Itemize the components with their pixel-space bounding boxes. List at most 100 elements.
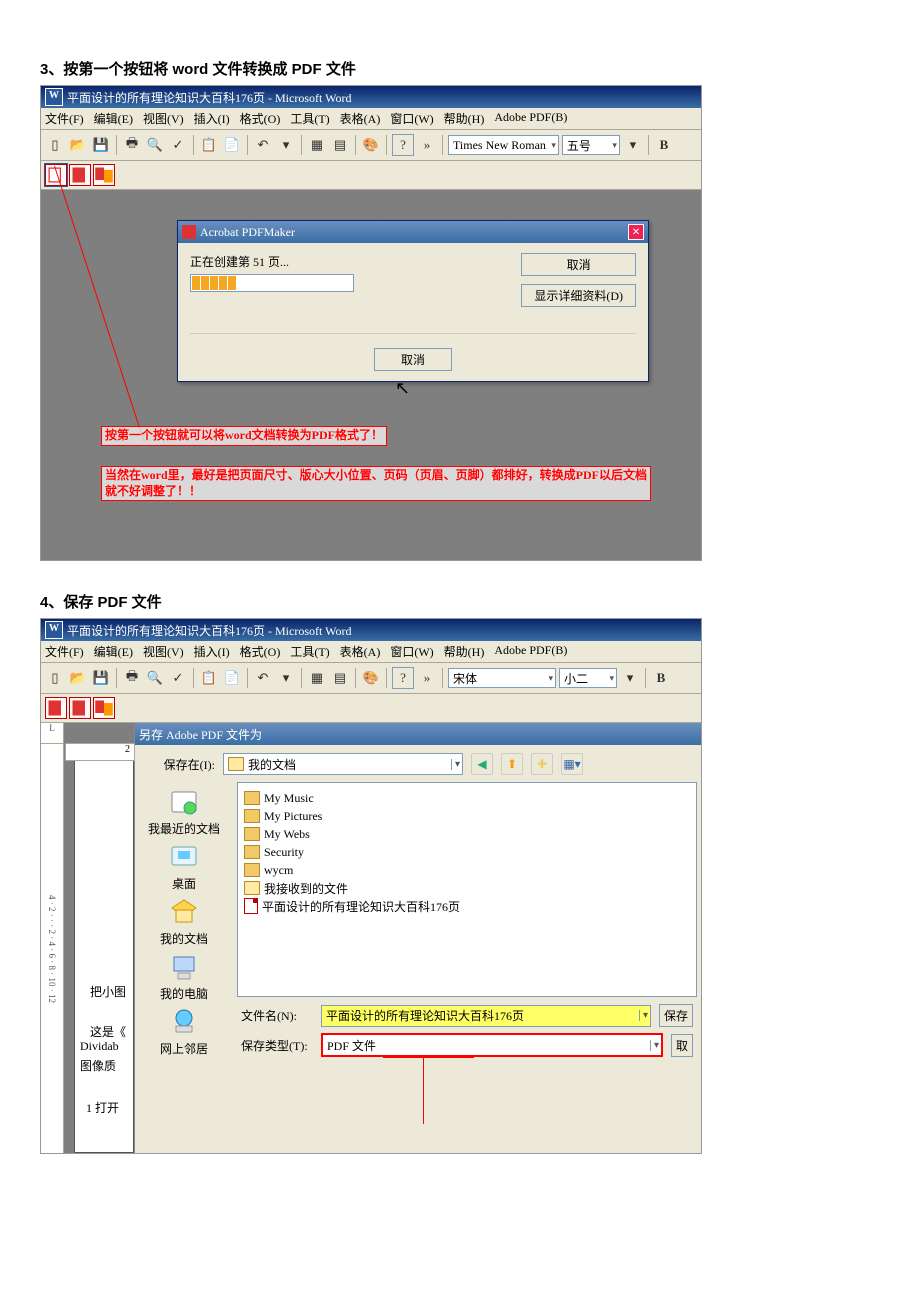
paste-icon[interactable]: 📄 (222, 135, 242, 155)
annotation-text-1: 按第一个按钮就可以将word文档转换为PDF格式了！ (101, 426, 387, 446)
file-list[interactable]: My Music My Pictures My Webs Security wy… (237, 782, 697, 997)
save-icon-2[interactable]: 💾 (91, 668, 111, 688)
save-icon[interactable]: 💾 (91, 135, 111, 155)
doc-text-1: 把小图 (90, 983, 126, 1000)
pdf-toolbar-2 (41, 694, 701, 723)
chevron-down-icon[interactable]: ▾ (451, 759, 460, 770)
folder-icon (244, 863, 260, 877)
newfolder-icon[interactable]: ✚ (531, 753, 553, 775)
save-dialog-title: 另存 Adobe PDF 文件为 (139, 726, 262, 743)
font-size-dd-2[interactable]: ▾ (620, 668, 640, 688)
doc-text-5: 1 打开 (86, 1099, 119, 1116)
pdf-file-icon (244, 898, 258, 914)
font-size-select[interactable]: 五号 (562, 135, 620, 155)
bold-button-2[interactable]: B (651, 668, 671, 688)
back-icon[interactable]: ◀ (471, 753, 493, 775)
horizontal-ruler-fragment: 2 (65, 743, 135, 761)
undo-icon-2[interactable]: ↶ (253, 668, 273, 688)
new-icon-2[interactable]: ▯ (45, 668, 65, 688)
place-mycomputer[interactable]: 我的电脑 (160, 951, 208, 1002)
undo-icon[interactable]: ↶ (253, 135, 273, 155)
open-icon[interactable]: 📂 (68, 135, 88, 155)
print-icon[interactable]: 🖶 (122, 135, 142, 155)
pdf-button-3[interactable] (93, 164, 115, 186)
columns-icon-2[interactable]: ▤ (330, 668, 350, 688)
menu-adobepdf[interactable]: Adobe PDF(B) (494, 110, 567, 127)
place-recent[interactable]: 我最近的文档 (148, 786, 220, 837)
menu-table[interactable]: 表格(A) (340, 110, 381, 127)
drawing-icon[interactable]: 🎨 (361, 135, 381, 155)
menu-tools[interactable]: 工具(T) (290, 110, 329, 127)
font-name-select[interactable]: Times New Roman (448, 135, 559, 155)
menu-insert-2[interactable]: 插入(I) (194, 643, 230, 660)
pdf-button-2b[interactable] (69, 697, 91, 719)
chevron-down-icon[interactable]: ▾ (639, 1010, 648, 1021)
menu-view-2[interactable]: 视图(V) (143, 643, 184, 660)
place-mydocs[interactable]: 我的文档 (160, 896, 208, 947)
menu-format[interactable]: 格式(O) (240, 110, 281, 127)
list-item: wycm (244, 861, 690, 879)
window-title-2: 平面设计的所有理论知识大百科176页 - Microsoft Word (67, 622, 351, 639)
pdf-button-3b[interactable] (93, 697, 115, 719)
menu-window-2[interactable]: 窗口(W) (390, 643, 433, 660)
help-icon[interactable]: ? (392, 134, 414, 156)
menu-insert[interactable]: 插入(I) (194, 110, 230, 127)
menubar-2: 文件(F) 编辑(E) 视图(V) 插入(I) 格式(O) 工具(T) 表格(A… (41, 641, 701, 663)
pdf-convert-button-2[interactable] (45, 697, 67, 719)
more-icon-2[interactable]: » (417, 668, 437, 688)
font-name-select-2[interactable]: 宋体 (448, 668, 556, 688)
drawing-icon-2[interactable]: 🎨 (361, 668, 381, 688)
menu-edit[interactable]: 编辑(E) (94, 110, 133, 127)
chevron-down-icon[interactable]: ▾ (650, 1040, 659, 1051)
paste-icon-2[interactable]: 📄 (222, 668, 242, 688)
save-in-label: 保存在(I): (143, 756, 215, 773)
new-icon[interactable]: ▯ (45, 135, 65, 155)
up-icon[interactable]: ⬆ (501, 753, 523, 775)
pdfmaker-cancel-button[interactable]: 取消 (521, 253, 636, 276)
menu-window[interactable]: 窗口(W) (390, 110, 433, 127)
menu-help-2[interactable]: 帮助(H) (444, 643, 485, 660)
open-icon-2[interactable]: 📂 (68, 668, 88, 688)
spell-icon-2[interactable]: ✓ (168, 668, 188, 688)
toolbar-1: ▯ 📂 💾 🖶 🔍 ✓ 📋 📄 ↶ ▾ ▦ ▤ 🎨 ? » Times New … (41, 130, 701, 161)
cancel-button[interactable]: 取 (671, 1034, 693, 1057)
table-icon-2[interactable]: ▦ (307, 668, 327, 688)
pdfmaker-cancel2-button[interactable]: 取消 (374, 348, 452, 371)
help-icon-2[interactable]: ? (392, 667, 414, 689)
spell-icon[interactable]: ✓ (168, 135, 188, 155)
menu-edit-2[interactable]: 编辑(E) (94, 643, 133, 660)
save-in-select[interactable]: 我的文档 ▾ (223, 753, 463, 775)
pdf-button-2[interactable] (69, 164, 91, 186)
filetype-select[interactable]: PDF 文件 ▾ (321, 1033, 663, 1057)
menu-help[interactable]: 帮助(H) (444, 110, 485, 127)
copy-icon[interactable]: 📋 (199, 135, 219, 155)
columns-icon[interactable]: ▤ (330, 135, 350, 155)
menu-file-2[interactable]: 文件(F) (45, 643, 84, 660)
menu-table-2[interactable]: 表格(A) (340, 643, 381, 660)
save-button[interactable]: 保存 (659, 1004, 693, 1027)
pdfmaker-details-button[interactable]: 显示详细资料(D) (521, 284, 636, 307)
copy-icon-2[interactable]: 📋 (199, 668, 219, 688)
menu-file[interactable]: 文件(F) (45, 110, 84, 127)
views-icon[interactable]: ▦▾ (561, 753, 583, 775)
more-icon[interactable]: » (417, 135, 437, 155)
folder-icon (244, 881, 260, 895)
font-size-select-2[interactable]: 小二 (559, 668, 617, 688)
preview-icon[interactable]: 🔍 (145, 135, 165, 155)
font-size-dd[interactable]: ▾ (623, 135, 643, 155)
bold-button[interactable]: B (654, 135, 674, 155)
menu-tools-2[interactable]: 工具(T) (290, 643, 329, 660)
menu-adobepdf-2[interactable]: Adobe PDF(B) (494, 643, 567, 660)
filename-input[interactable]: 平面设计的所有理论知识大百科176页 ▾ (321, 1005, 651, 1027)
menu-format-2[interactable]: 格式(O) (240, 643, 281, 660)
menu-view[interactable]: 视图(V) (143, 110, 184, 127)
place-desktop[interactable]: 桌面 (168, 841, 200, 892)
close-icon[interactable]: ✕ (628, 224, 644, 240)
dropdown-icon-2[interactable]: ▾ (276, 668, 296, 688)
table-icon[interactable]: ▦ (307, 135, 327, 155)
dropdown-icon[interactable]: ▾ (276, 135, 296, 155)
print-icon-2[interactable]: 🖶 (122, 668, 142, 688)
folder-icon (244, 809, 260, 823)
preview-icon-2[interactable]: 🔍 (145, 668, 165, 688)
place-network[interactable]: 网上邻居 (160, 1006, 208, 1057)
